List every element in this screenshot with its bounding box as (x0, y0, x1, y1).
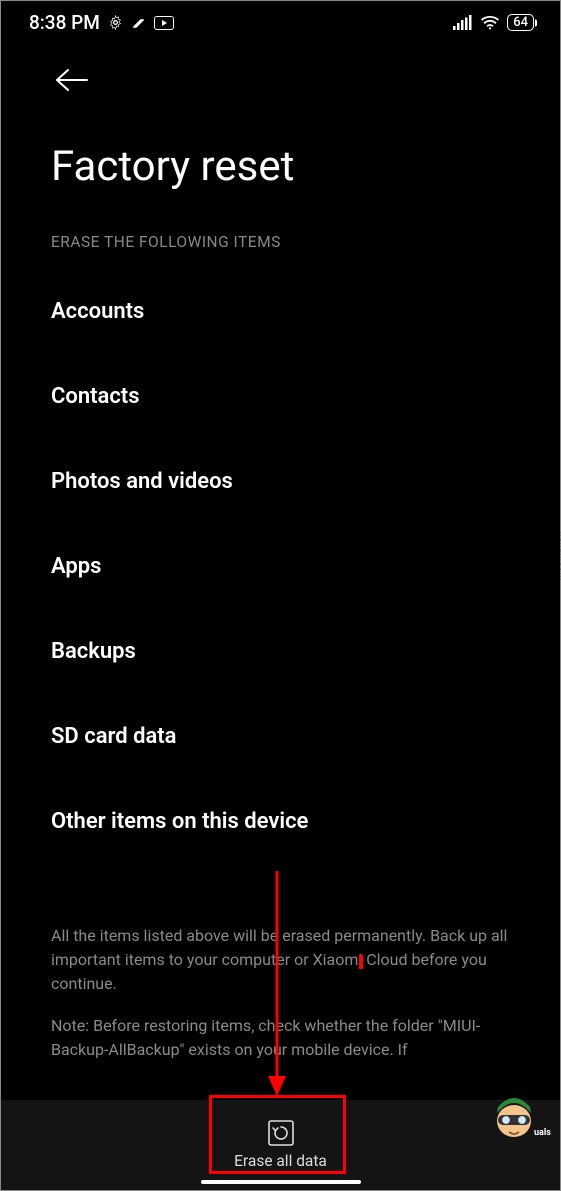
status-bar: 8:38 PM (1, 1, 560, 40)
bottom-action-bar: Erase all data (1, 1100, 560, 1190)
battery-level: 64 (513, 16, 528, 29)
list-item: Apps (51, 524, 510, 609)
note-restore-hint: Note: Before restoring items, check whet… (51, 1014, 510, 1062)
pen-icon (131, 15, 146, 30)
nav-row (1, 40, 560, 106)
svg-text:uals: uals (534, 1128, 551, 1138)
list-item: Photos and videos (51, 439, 510, 524)
note-erase-warning: All the items listed above will be erase… (51, 924, 510, 996)
erase-all-data-button[interactable]: Erase all data (234, 1120, 327, 1170)
appuals-logo: uals (484, 1091, 560, 1143)
watermark-text: wsxdn.com (557, 530, 561, 580)
clock-time: 8:38 PM (29, 11, 100, 34)
battery-indicator: 64 (507, 14, 534, 31)
restore-icon (268, 1120, 294, 1146)
wifi-icon (480, 15, 500, 30)
list-item: Other items on this device (51, 779, 510, 864)
status-right-cluster: 64 (453, 14, 534, 31)
list-item: SD card data (51, 694, 510, 779)
page-title: Factory reset (1, 106, 560, 201)
erase-items-list: Accounts Contacts Photos and videos Apps… (1, 261, 560, 864)
erase-button-label: Erase all data (234, 1152, 327, 1170)
notes-area: All the items listed above will be erase… (1, 924, 560, 1100)
gear-icon (108, 15, 123, 30)
list-item: Accounts (51, 269, 510, 354)
status-left-cluster: 8:38 PM (29, 11, 174, 34)
home-indicator[interactable] (201, 1180, 361, 1184)
list-item: Contacts (51, 354, 510, 439)
youtube-icon (154, 16, 174, 30)
cellular-signal-icon (453, 15, 473, 30)
back-button[interactable] (55, 68, 89, 92)
list-item: Backups (51, 609, 510, 694)
erase-caption: ERASE THE FOLLOWING ITEMS (1, 201, 560, 261)
